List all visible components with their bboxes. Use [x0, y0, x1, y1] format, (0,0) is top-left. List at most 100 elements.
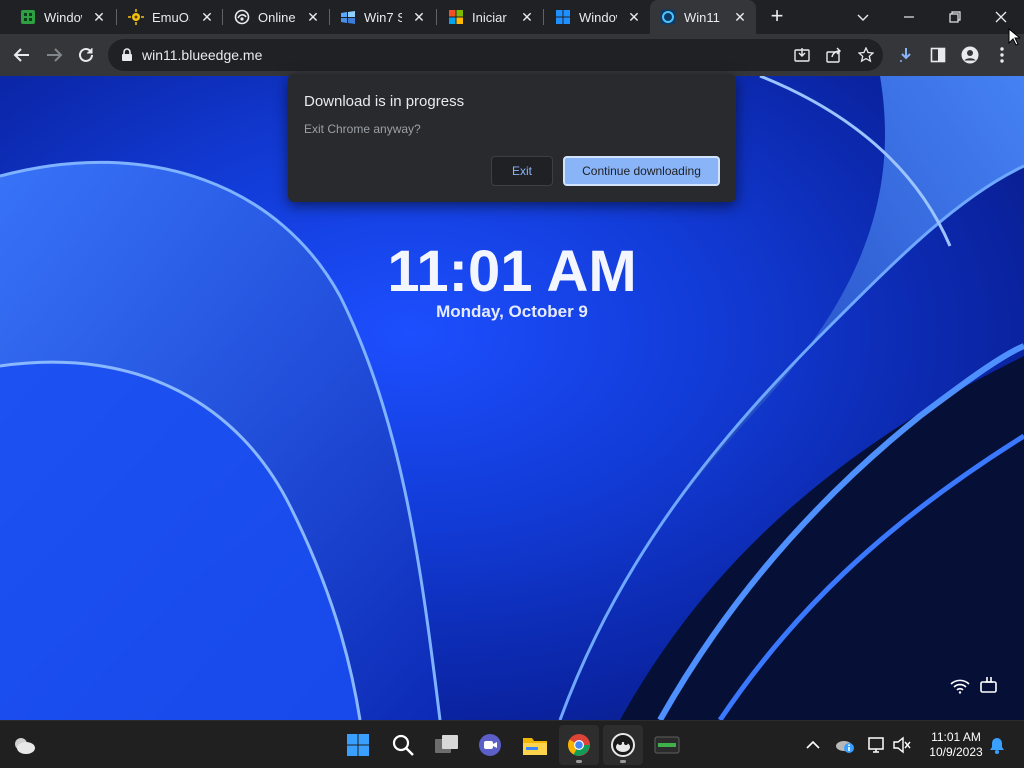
- tab-iniciar[interactable]: Iniciar ✕: [428, 0, 543, 34]
- tab-close-icon[interactable]: ✕: [91, 9, 107, 25]
- tab-emuos[interactable]: EmuOS ✕: [108, 0, 223, 34]
- tab-close-icon[interactable]: ✕: [411, 9, 427, 25]
- exit-button[interactable]: Exit: [491, 156, 553, 186]
- side-panel-button[interactable]: [924, 39, 952, 71]
- search-icon: [392, 734, 414, 756]
- tray-date: 10/9/2023: [929, 745, 983, 759]
- chrome-taskbar-button[interactable]: [559, 725, 599, 765]
- tab-close-icon[interactable]: ✕: [199, 9, 215, 25]
- download-in-progress-dialog: Download is in progress Exit Chrome anyw…: [288, 74, 736, 202]
- back-button[interactable]: [6, 39, 38, 71]
- download-arrow-icon: [900, 48, 911, 62]
- windows7-icon: [340, 9, 356, 25]
- new-tab-button[interactable]: +: [766, 5, 788, 28]
- tab-close-icon[interactable]: ✕: [732, 9, 748, 25]
- file-explorer-button[interactable]: [515, 725, 555, 765]
- mouse-cursor-icon: [1008, 28, 1020, 46]
- tab-title: Iniciar: [472, 9, 507, 25]
- share-button[interactable]: [820, 39, 848, 71]
- grid-green-icon: [20, 9, 36, 25]
- windows-flag-color-icon: [448, 9, 464, 25]
- windows-blue-icon: [555, 9, 571, 25]
- tab-title: Windows: [579, 9, 617, 25]
- volume-muted-icon: [893, 736, 911, 754]
- restore-button[interactable]: [932, 0, 978, 34]
- tab-title: Win7 S: [364, 9, 402, 25]
- tab-search-button[interactable]: [840, 0, 886, 34]
- onedrive-tray-button[interactable]: [833, 733, 857, 757]
- kebab-menu-icon: [1000, 47, 1004, 63]
- camera-app-icon: [611, 733, 635, 757]
- reload-button[interactable]: [70, 39, 102, 71]
- dialog-message: Exit Chrome anyway?: [304, 122, 421, 136]
- chevron-down-icon: [857, 14, 869, 21]
- arrow-right-icon: [47, 48, 63, 62]
- chevron-up-icon: [806, 740, 820, 749]
- tab-title: Online: [258, 9, 296, 25]
- tab-windows[interactable]: Windows ✕: [535, 0, 650, 34]
- profile-button[interactable]: [956, 39, 984, 71]
- side-panel-icon: [930, 47, 946, 63]
- profile-icon: [961, 46, 979, 64]
- lock-screen-time: 11:01 AM: [387, 239, 637, 304]
- show-hidden-icons-button[interactable]: [801, 733, 825, 757]
- folder-icon: [523, 738, 547, 755]
- volume-tray-button[interactable]: [890, 733, 914, 757]
- task-view-icon: [435, 735, 458, 753]
- close-icon: [995, 11, 1007, 23]
- windows-start-icon: [347, 734, 369, 756]
- share-icon: [826, 47, 841, 63]
- lock-screen-date: Monday, October 9: [436, 302, 588, 321]
- tab-win7[interactable]: Win7 S ✕: [320, 0, 435, 34]
- install-app-button[interactable]: [788, 39, 816, 71]
- weather-cloud-icon: [15, 738, 35, 754]
- weather-widget[interactable]: [4, 725, 44, 765]
- start-button[interactable]: [338, 725, 378, 765]
- lock-icon: [122, 48, 132, 61]
- tab-online[interactable]: Online ✕: [214, 0, 329, 34]
- dialog-title: Download is in progress: [304, 93, 465, 110]
- tab-win11-active[interactable]: Win11 ✕: [650, 0, 756, 34]
- tab-windows-11[interactable]: Windows 11 ✕: [0, 0, 115, 34]
- running-indicator: [576, 760, 582, 763]
- tray-time: 11:01 AM: [931, 730, 981, 744]
- task-view-button[interactable]: [427, 725, 467, 765]
- win11-circle-icon: [660, 9, 676, 25]
- bell-icon: [990, 738, 1004, 754]
- star-icon: [858, 47, 874, 63]
- install-icon: [794, 48, 810, 62]
- chrome-icon: [568, 734, 590, 756]
- taskbar: 11:01 AM 10/9/2023: [0, 720, 1024, 768]
- tab-close-icon[interactable]: ✕: [305, 9, 321, 25]
- network-tray-button[interactable]: [865, 733, 889, 757]
- chat-camera-icon: [479, 734, 501, 756]
- forward-button[interactable]: [38, 39, 70, 71]
- reload-icon: [79, 47, 93, 62]
- search-button[interactable]: [383, 725, 423, 765]
- downloads-button[interactable]: [892, 39, 920, 71]
- minimize-button[interactable]: [886, 0, 932, 34]
- continue-downloading-button[interactable]: Continue downloading: [563, 156, 720, 186]
- tab-title: Win11: [684, 9, 720, 25]
- wifi-icon: [950, 679, 970, 694]
- network-monitor-icon: [868, 737, 884, 753]
- notifications-button[interactable]: [985, 733, 1009, 757]
- terminal-button[interactable]: [647, 725, 687, 765]
- tab-close-icon[interactable]: ✕: [626, 9, 642, 25]
- battery-plug-icon: [980, 677, 997, 693]
- cloud-info-icon: [836, 741, 854, 753]
- running-indicator: [620, 760, 626, 763]
- globe-swirl-icon: [234, 9, 250, 25]
- url-text: win11.blueedge.me: [142, 47, 263, 63]
- arrow-left-icon: [13, 48, 29, 62]
- tab-title: EmuOS: [152, 9, 190, 25]
- teams-chat-button[interactable]: [470, 725, 510, 765]
- tab-title: Windows 11: [44, 9, 82, 25]
- address-bar[interactable]: win11.blueedge.me: [108, 39, 883, 71]
- tab-strip: Windows 11 ✕ EmuOS ✕ Online ✕ Win7 S ✕ I…: [0, 0, 1024, 34]
- tab-close-icon[interactable]: ✕: [519, 9, 535, 25]
- camera-app-button[interactable]: [603, 725, 643, 765]
- bookmark-star-button[interactable]: [852, 39, 880, 71]
- taskbar-clock[interactable]: 11:01 AM 10/9/2023: [916, 730, 996, 760]
- minimize-icon: [904, 16, 914, 18]
